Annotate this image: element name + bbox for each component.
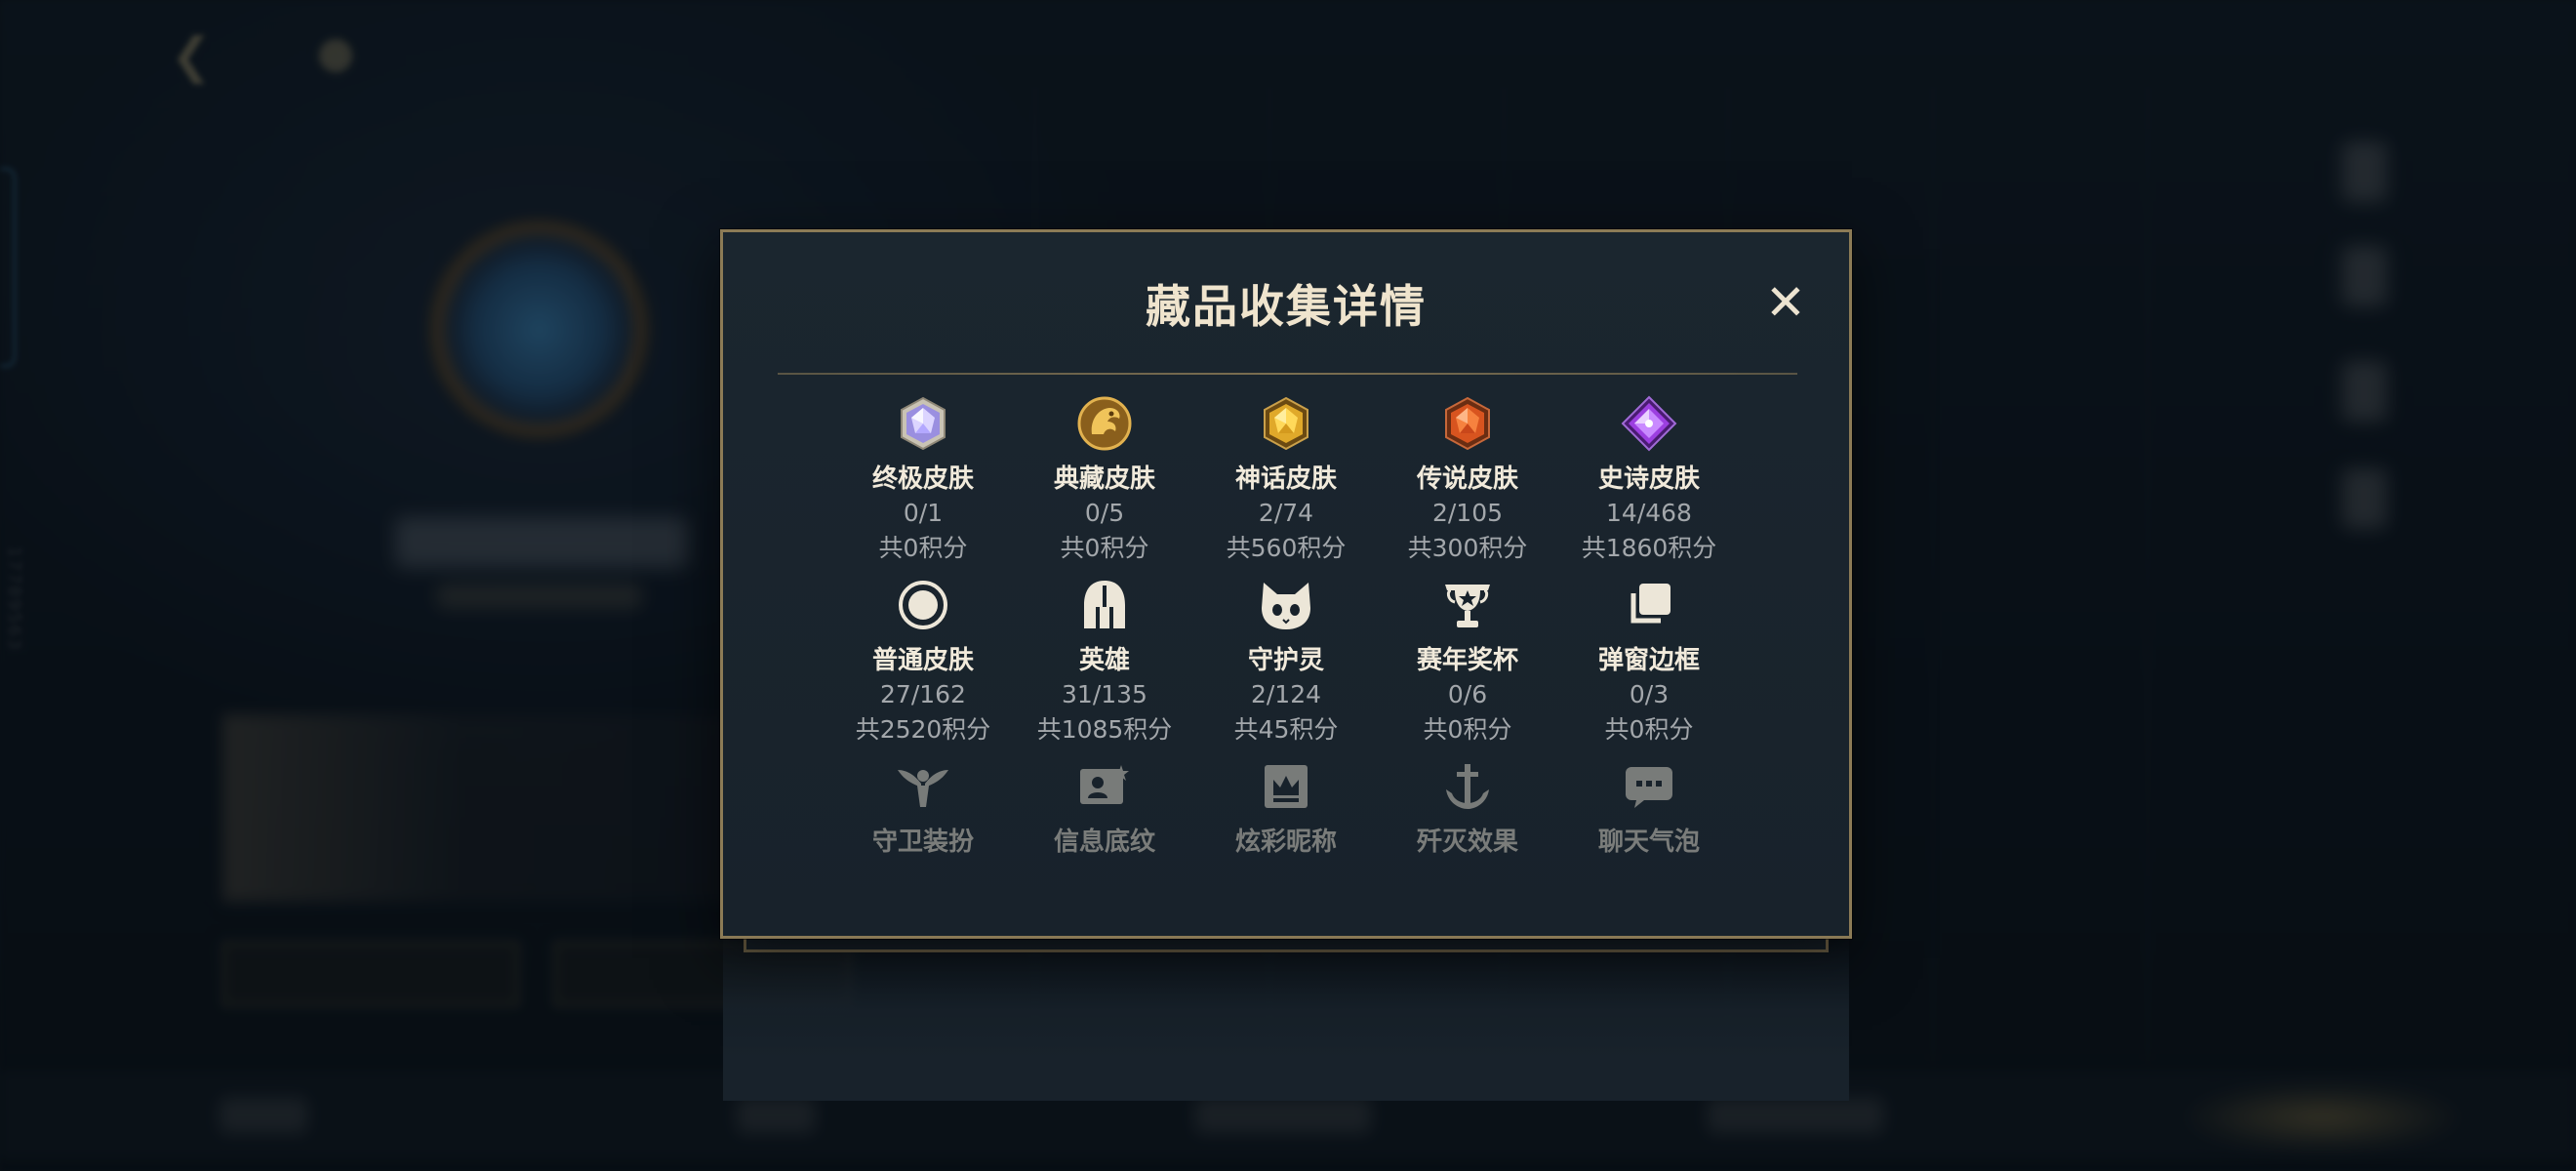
- stacked-frames-icon: [1620, 576, 1678, 634]
- close-button[interactable]: ✕: [1760, 277, 1811, 328]
- item-count: 27/162: [880, 680, 966, 708]
- item-count: 31/135: [1062, 680, 1147, 708]
- crown-badge-icon: [1257, 757, 1315, 816]
- item-count: 0/5: [1084, 499, 1125, 527]
- collection-item[interactable]: 史诗皮肤 14/468 共1860积分: [1558, 388, 1740, 570]
- title-divider: [778, 373, 1797, 375]
- item-points: 共300积分: [1407, 534, 1528, 562]
- gold-dragon-emblem-icon: [1075, 394, 1134, 453]
- item-name: 赛年奖杯: [1416, 646, 1518, 675]
- item-name: 信息底纹: [1053, 828, 1155, 857]
- item-name: 聊天气泡: [1597, 828, 1700, 857]
- item-count: 14/468: [1606, 499, 1692, 527]
- collection-item[interactable]: 普通皮肤 27/162 共2520积分: [832, 570, 1014, 751]
- collection-grid-scroll[interactable]: 终极皮肤 0/1 共0积分 典藏皮肤 0/5 共0积分 神话皮肤 2/74 共5…: [723, 388, 1849, 1101]
- collection-item[interactable]: 赛年奖杯 0/6 共0积分: [1377, 570, 1558, 751]
- item-name: 守护灵: [1247, 646, 1324, 675]
- item-name: 神话皮肤: [1234, 464, 1337, 494]
- item-name: 史诗皮肤: [1597, 464, 1700, 494]
- white-purple-gem-icon: [894, 394, 952, 453]
- trophy-icon: [1438, 576, 1497, 634]
- item-name: 歼灭效果: [1416, 828, 1518, 857]
- item-count: 2/105: [1431, 499, 1504, 527]
- profile-card-icon: [1075, 757, 1134, 816]
- item-points: 共0积分: [1423, 715, 1512, 744]
- item-name: 炫彩昵称: [1234, 828, 1337, 857]
- item-name: 守卫装扮: [871, 828, 974, 857]
- item-points: 共0积分: [1060, 534, 1149, 562]
- item-count: 2/74: [1258, 499, 1314, 527]
- purple-gem-icon: [1620, 394, 1678, 453]
- collection-item[interactable]: 歼灭效果: [1377, 751, 1558, 933]
- collection-item[interactable]: 典藏皮肤 0/5 共0积分: [1014, 388, 1195, 570]
- collection-details-modal: 藏品收集详情 ✕ 终极皮肤 0/1 共0积分 典藏皮肤 0/5 共0积分 神话皮…: [720, 229, 1852, 1101]
- collection-item[interactable]: 守护灵 2/124 共45积分: [1195, 570, 1377, 751]
- scroll-fade-mask: [723, 935, 1849, 1101]
- item-count: 0/6: [1447, 680, 1488, 708]
- orange-gem-icon: [1438, 394, 1497, 453]
- ring-icon: [894, 576, 952, 634]
- helmet-icon: [1075, 576, 1134, 634]
- item-points: 共2520积分: [855, 715, 991, 744]
- guardian-cat-icon: [1257, 576, 1315, 634]
- collection-item[interactable]: 传说皮肤 2/105 共300积分: [1377, 388, 1558, 570]
- collection-item[interactable]: 信息底纹: [1014, 751, 1195, 933]
- item-name: 普通皮肤: [871, 646, 974, 675]
- item-name: 终极皮肤: [871, 464, 974, 494]
- item-count: 0/3: [1629, 680, 1670, 708]
- item-points: 共560积分: [1226, 534, 1347, 562]
- item-points: 共0积分: [1604, 715, 1694, 744]
- collection-item[interactable]: 守卫装扮: [832, 751, 1014, 933]
- item-name: 弹窗边框: [1597, 646, 1700, 675]
- collection-item[interactable]: 聊天气泡: [1558, 751, 1740, 933]
- collection-item[interactable]: 终极皮肤 0/1 共0积分: [832, 388, 1014, 570]
- item-count: 0/1: [903, 499, 944, 527]
- collection-item[interactable]: 英雄 31/135 共1085积分: [1014, 570, 1195, 751]
- item-points: 共1085积分: [1036, 715, 1173, 744]
- winged-emblem-icon: [894, 757, 952, 816]
- collection-item[interactable]: 炫彩昵称: [1195, 751, 1377, 933]
- anchor-sword-icon: [1438, 757, 1497, 816]
- collection-grid: 终极皮肤 0/1 共0积分 典藏皮肤 0/5 共0积分 神话皮肤 2/74 共5…: [832, 388, 1750, 933]
- item-points: 共0积分: [878, 534, 968, 562]
- item-name: 传说皮肤: [1416, 464, 1518, 494]
- item-name: 典藏皮肤: [1053, 464, 1155, 494]
- item-points: 共1860积分: [1581, 534, 1717, 562]
- close-icon: ✕: [1765, 274, 1806, 331]
- gold-gem-icon: [1257, 394, 1315, 453]
- chat-bubble-icon: [1620, 757, 1678, 816]
- modal-title: 藏品收集详情: [1146, 280, 1427, 333]
- collection-item[interactable]: 神话皮肤 2/74 共560积分: [1195, 388, 1377, 570]
- item-name: 英雄: [1078, 646, 1130, 675]
- item-count: 2/124: [1250, 680, 1322, 708]
- item-points: 共45积分: [1233, 715, 1339, 744]
- collection-item[interactable]: 弹窗边框 0/3 共0积分: [1558, 570, 1740, 751]
